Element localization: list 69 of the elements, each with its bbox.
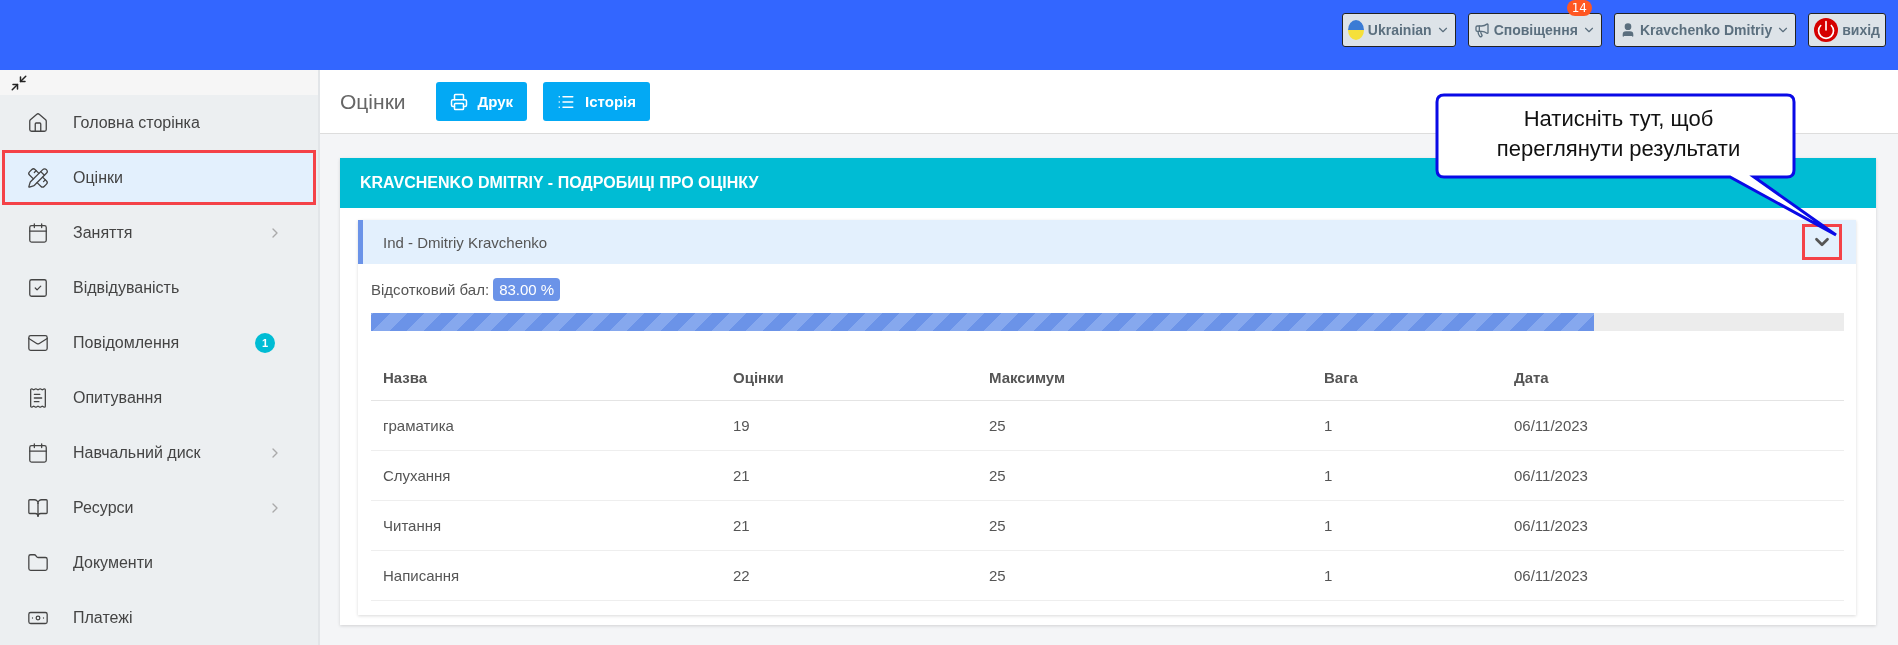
table-cell: 06/11/2023 [1502, 551, 1844, 601]
sidebar-item-label: Оцінки [73, 168, 124, 187]
sidebar-item[interactable]: Навчальний диск [2, 425, 316, 480]
accordion-header[interactable]: Ind - Dmitriy Kravchenko [358, 220, 1856, 264]
sidebar-item-label: Документи [73, 553, 154, 572]
table-cell: 1 [1312, 551, 1502, 601]
user-dropdown[interactable]: Kravchenko Dmitriy [1613, 13, 1797, 47]
sidebar-item-label: Заняття [73, 223, 134, 242]
table-cell: 06/11/2023 [1502, 451, 1844, 501]
sidebar-item-label: Ресурси [73, 498, 135, 517]
sidebar-item-label: Відвідуваність [73, 278, 181, 297]
megaphone-icon [1473, 22, 1490, 38]
score-badge: 83.00 % [493, 278, 561, 301]
sidebar-item[interactable]: Оцінки [2, 150, 316, 205]
sidebar-item-label: Платежі [73, 608, 134, 627]
table-cell: 1 [1312, 451, 1502, 501]
calendar-icon [27, 221, 49, 244]
collapse-icon[interactable] [10, 73, 28, 92]
checkbox-icon [27, 276, 49, 299]
sidebar-item[interactable]: Документи [2, 535, 316, 590]
table-cell: 22 [721, 551, 977, 601]
sidebar-item-label: Головна сторінка [73, 113, 201, 132]
table-cell: граматика [371, 401, 721, 451]
printer-icon [449, 92, 468, 111]
table-cell: 1 [1312, 401, 1502, 451]
column-header: Вага [1312, 355, 1502, 401]
table-cell: 06/11/2023 [1502, 401, 1844, 451]
table-cell: 25 [977, 401, 1312, 451]
page-title: Оцінки [340, 89, 406, 114]
table-cell: 1 [1312, 501, 1502, 551]
sidebar-item[interactable]: Опитування [2, 370, 316, 425]
home-icon [27, 111, 49, 134]
table-cell: 25 [977, 551, 1312, 601]
sidebar-item[interactable]: Заняття [2, 205, 316, 260]
folder-icon [27, 551, 49, 574]
calendar-icon [27, 441, 49, 464]
unread-badge: 1 [255, 332, 275, 353]
table-cell: 21 [721, 501, 977, 551]
table-cell: Читання [371, 501, 721, 551]
language-dropdown[interactable]: Ukrainian [1341, 13, 1456, 47]
book-icon [27, 496, 49, 519]
table-cell: 06/11/2023 [1502, 501, 1844, 551]
logout-button[interactable]: вихід [1808, 13, 1886, 47]
table-cell: Слухання [371, 451, 721, 501]
sidebar-item[interactable]: Ресурси [2, 480, 316, 535]
column-header: Оцінки [721, 355, 977, 401]
sidebar-item[interactable]: Відвідуваність [2, 260, 316, 315]
power-icon [1814, 18, 1839, 42]
column-header: Назва [371, 355, 721, 401]
sidebar-item[interactable]: Платежі [2, 590, 316, 645]
column-header: Максимум [977, 355, 1312, 401]
sidebar-item[interactable]: Повідомлення 1 [2, 315, 316, 370]
flag-icon [1347, 20, 1364, 40]
accordion-title: Ind - Dmitriy Kravchenko [383, 233, 548, 251]
column-header: Дата [1502, 355, 1844, 401]
sidebar-item[interactable]: Головна сторінка [2, 95, 316, 150]
table-cell: 21 [721, 451, 977, 501]
table-cell: 25 [977, 501, 1312, 551]
score-label: Відсотковий бал: [371, 281, 490, 298]
notifications-dropdown[interactable]: Сповіщення [1467, 13, 1602, 47]
pencil-ruler-icon [27, 166, 49, 189]
table-cell: 19 [721, 401, 977, 451]
table-cell: Написання [371, 551, 721, 601]
notification-count: 14 [1566, 0, 1592, 16]
receipt-icon [27, 386, 49, 409]
sidebar-item-label: Повідомлення [73, 333, 181, 352]
sidebar-item-label: Навчальний диск [73, 443, 202, 462]
sidebar-item-label: Опитування [73, 388, 164, 407]
table-cell: 25 [977, 451, 1312, 501]
